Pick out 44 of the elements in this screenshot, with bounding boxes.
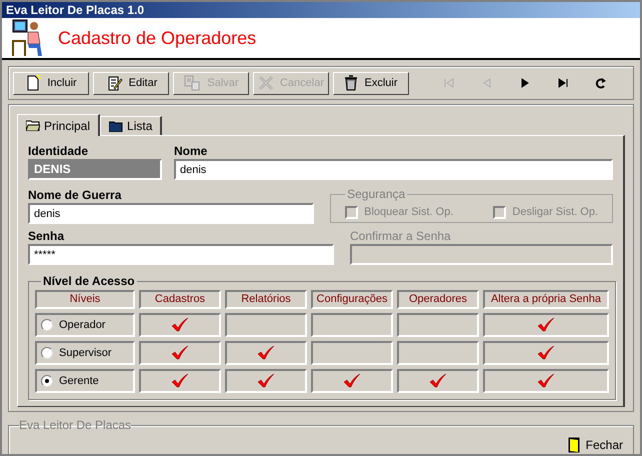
radio-icon[interactable] <box>41 375 53 387</box>
folder-icon <box>26 120 40 131</box>
text-field[interactable]: denis <box>28 203 314 224</box>
new-document-icon <box>25 75 42 91</box>
level-radio[interactable]: Supervisor <box>35 341 135 365</box>
group-title: Nível de Acesso <box>42 273 136 290</box>
text-field[interactable]: ***** <box>28 244 334 265</box>
last-record-icon[interactable] <box>557 77 569 89</box>
column-header: Relatórios <box>225 290 307 309</box>
refresh-icon[interactable] <box>595 77 607 89</box>
folder-icon <box>109 120 124 132</box>
trash-icon <box>344 75 358 91</box>
group-title: Eva Leitor De Placas <box>19 417 132 434</box>
title-bar: Eva Leitor De Placas 1.0 <box>2 2 640 18</box>
toolbar-button[interactable]: Excluir <box>333 72 409 94</box>
field-label: Nome <box>174 144 208 159</box>
toolbar-button[interactable]: Editar <box>93 72 169 94</box>
door-icon <box>568 437 580 453</box>
radio-icon[interactable] <box>41 319 53 331</box>
checkbox-label: Desligar Sist. Op. <box>512 205 598 220</box>
column-header: Cadastros <box>139 290 221 309</box>
column-header: Níveis <box>35 290 135 309</box>
text-field[interactable]: denis <box>174 159 613 180</box>
column-header: Operadores <box>397 290 479 309</box>
next-icon[interactable] <box>519 77 531 89</box>
field-label: Senha <box>28 229 66 244</box>
level-radio[interactable]: Operador <box>35 313 135 337</box>
column-header: Configurações <box>311 290 393 309</box>
radio-icon[interactable] <box>41 347 53 359</box>
field-label: Nome de Guerra <box>28 188 122 203</box>
field-label: Identidade <box>28 144 90 159</box>
level-radio[interactable]: Gerente <box>35 369 135 393</box>
checkbox-label: Bloquear Sist. Op. <box>364 205 454 220</box>
tab[interactable]: Principal <box>17 114 100 136</box>
identity-field: DENIS <box>28 159 162 180</box>
field-label: Confirmar a Senha <box>350 229 452 244</box>
group-title: Segurança <box>346 186 406 203</box>
column-header: Altera a própria Senha <box>483 290 609 309</box>
cross-icon <box>258 75 274 91</box>
tab[interactable]: Lista <box>100 116 162 135</box>
toolbar-button[interactable]: Incluir <box>13 72 89 94</box>
close-button[interactable]: Fechar <box>568 436 623 454</box>
page-title: Cadastro de Operadores <box>58 26 256 50</box>
save-document-icon <box>183 75 202 91</box>
